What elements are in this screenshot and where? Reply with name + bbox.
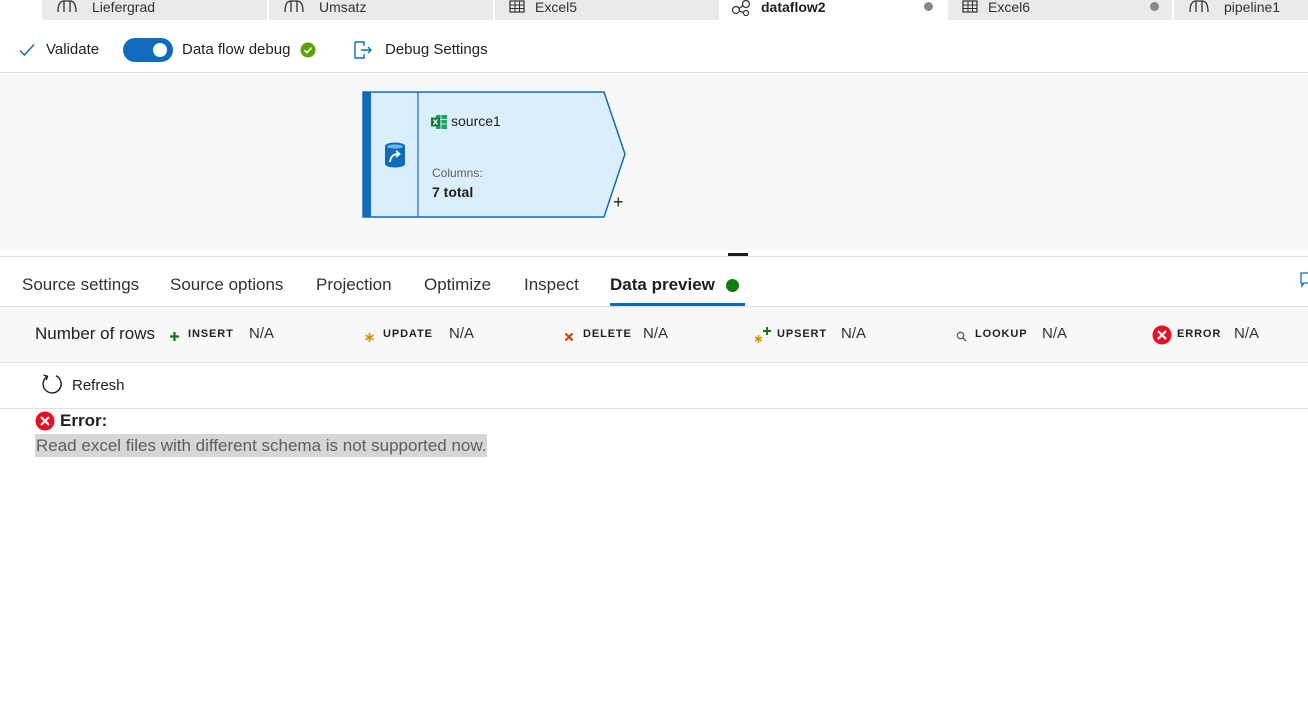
pipeline-icon [1189,0,1209,13]
refresh-icon[interactable] [40,372,64,396]
tab-liefergrad[interactable]: Liefergrad [42,0,267,20]
tab-label: pipeline1 [1224,0,1281,15]
comment-icon[interactable] [1300,272,1308,288]
data-preview-status-dot [726,279,739,292]
data-flow-debug: Data flow debug [182,26,316,73]
error-label: ERROR [1177,328,1222,340]
document-tab-bar: Liefergrad Umsatz Excel5 dataflow2 Excel… [0,0,1308,26]
tab-excel5[interactable]: Excel5 [495,0,719,20]
update-label: UPDATE [383,328,433,340]
tab-pipeline1[interactable]: pipeline1 [1174,0,1308,20]
node-columns-value: 7 total [432,184,474,200]
data-flow-debug-toggle[interactable] [123,38,173,62]
node-name: source1 [451,113,501,129]
number-of-rows-label: Number of rows [35,324,155,343]
error-title: Error: [60,411,108,430]
lookup-magnifier-icon [956,331,967,342]
dataflow-canvas[interactable] [0,74,1308,250]
error-icon [35,411,55,431]
tab-label: dataflow2 [761,0,826,15]
tab-excel6[interactable]: Excel6 [948,0,1172,20]
source-database-icon [385,142,405,168]
tab-optimize[interactable]: Optimize [424,275,491,295]
error-circle-icon [1152,325,1172,345]
lookup-value: N/A [1042,325,1068,342]
validate-label: Validate [46,41,100,58]
debug-settings-label: Debug Settings [385,41,488,58]
debug-settings-button[interactable]: Debug Settings [352,26,488,73]
dataflow-toolbar: Validate Data flow debug Debug Settings [0,26,1308,73]
checkmark-icon [19,43,35,56]
insert-label: INSERT [188,328,234,340]
tab-inspect[interactable]: Inspect [524,275,579,295]
unsaved-indicator-icon [924,2,933,11]
update-value: N/A [449,325,475,342]
tab-label: Umsatz [319,0,367,15]
insert-plus-icon [170,332,179,341]
refresh-bar: Refresh [0,364,1308,409]
pipeline-icon [284,0,304,13]
debug-ready-check-icon [300,42,316,57]
lookup-label: LOOKUP [975,328,1028,340]
tab-source-settings[interactable]: Source settings [22,275,139,295]
unsaved-indicator-icon [1150,2,1159,11]
row-count-summary: Number of rows INSERT N/A UPDATE N/A DEL… [0,307,1308,363]
pipeline-icon [57,0,77,13]
upsert-value: N/A [841,325,867,342]
data-flow-debug-label: Data flow debug [182,41,291,58]
error-value: N/A [1234,325,1260,342]
delete-label: DELETE [583,328,632,340]
dataflow-icon [731,0,751,16]
dataset-icon [509,0,525,13]
panel-divider [0,256,1308,257]
add-transformation-button[interactable]: + [613,192,624,213]
node-columns-label: Columns: [432,166,483,180]
refresh-button[interactable]: Refresh [72,377,125,394]
debug-settings-icon [354,40,372,59]
insert-value: N/A [249,325,275,342]
upsert-label: UPSERT [777,328,828,340]
tab-umsatz[interactable]: Umsatz [269,0,493,20]
tab-data-preview[interactable]: Data preview [610,275,715,295]
tab-label: Excel6 [988,0,1031,15]
delete-x-icon [564,332,574,342]
tab-label: Liefergrad [92,0,156,15]
tab-source-options[interactable]: Source options [170,275,283,295]
validate-button[interactable]: Validate [18,26,99,73]
tab-label: Excel5 [535,0,578,15]
toggle-knob [153,43,167,57]
delete-value: N/A [643,325,669,342]
error-message: Read excel files with different schema i… [35,434,488,457]
tab-projection[interactable]: Projection [316,275,392,295]
excel-icon [431,115,447,129]
upsert-icon [754,327,771,343]
dataset-icon [962,0,978,13]
tab-dataflow2[interactable]: dataflow2 [721,0,946,26]
update-asterisk-icon [365,333,374,342]
